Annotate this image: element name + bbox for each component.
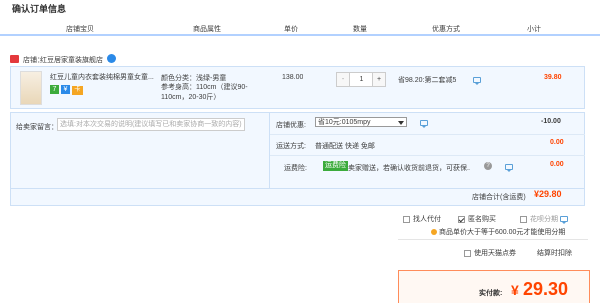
shop-row: 店铺： 红豆居家童装旗舰店	[10, 54, 210, 66]
pay-by-other-option[interactable]: 找人代付	[403, 214, 441, 224]
tmall-points-option[interactable]: 使用天猫点券	[464, 248, 516, 258]
quantity-stepper: - 1 +	[336, 72, 386, 87]
product-title-link[interactable]: 红豆儿童内衣套装纯棉男童女童...	[50, 72, 158, 82]
col-item: 店铺宝贝	[66, 26, 94, 33]
pay-label: 实付款:	[479, 290, 503, 297]
shop-total-divider	[10, 188, 585, 189]
installment-label: 花呗分期	[530, 216, 558, 223]
installment-note: 商品单价大于等于600.00元才能使用分期	[431, 227, 565, 237]
pay-by-other-checkbox[interactable]	[403, 215, 410, 223]
col-subtotal: 小计	[527, 26, 541, 33]
installment-option[interactable]: 花呗分期	[520, 214, 568, 224]
yen-badge-icon: ¥	[60, 85, 70, 94]
shop-name-link[interactable]: 红豆居家童装旗舰店	[40, 55, 103, 65]
attr-size: 参考身高：110cm（建议90-110cm，20-30斤）	[161, 84, 248, 101]
installment-note-text: 商品单价大于等于600.00元才能使用分期	[439, 229, 566, 236]
row-divider	[270, 134, 585, 135]
discount-value: -10.00	[541, 118, 561, 125]
installment-checkbox[interactable]	[520, 215, 527, 223]
col-promo: 优惠方式	[432, 26, 460, 33]
shop-total-label: 店铺合计(含运费)	[472, 194, 526, 201]
qty-increase-button[interactable]: +	[372, 73, 385, 86]
pay-currency: ¥	[511, 282, 519, 298]
qty-decrease-button[interactable]: -	[337, 73, 350, 86]
seven-day-return-icon: 7	[50, 85, 59, 94]
promo-info-icon[interactable]	[473, 76, 481, 85]
location-pin-icon	[431, 229, 437, 236]
attr-color: 颜色分类：浅绿-男童	[161, 75, 227, 82]
product-thumbnail[interactable]	[20, 71, 42, 105]
help-icon[interactable]: ?	[484, 162, 492, 170]
message-label: 给卖家留言：	[16, 124, 58, 131]
column-header: 店铺宝贝 商品属性 单价 数量 优惠方式 小计	[0, 22, 600, 36]
shipping-label: 运送方式:	[276, 143, 306, 150]
unit-price: 138.00	[282, 74, 304, 81]
shop-total-value: ¥29.80	[534, 189, 562, 199]
col-price: 单价	[284, 26, 298, 33]
insurance-chat-icon[interactable]	[504, 163, 513, 172]
shipping-amount: 0.00	[550, 139, 564, 146]
message-input[interactable]: 选填:对本次交易的说明(建议填写已和卖家协商一致的内容)	[57, 118, 245, 131]
options-divider	[269, 112, 270, 188]
qty-input[interactable]: 1	[351, 73, 372, 86]
bottom-divider	[398, 239, 588, 240]
item-subtotal: 39.80	[544, 74, 562, 81]
shop-icon	[10, 55, 19, 63]
anonymous-label: 匿名购买	[468, 216, 496, 223]
col-qty: 数量	[353, 26, 367, 33]
discount-label: 店铺优惠:	[276, 122, 306, 129]
col-attr: 商品属性	[193, 26, 221, 33]
insurance-amount: 0.00	[550, 161, 564, 168]
promo-text: 省98.20:第二套减5	[398, 77, 457, 84]
insurance-tag: 运费险	[323, 161, 348, 171]
anonymous-option[interactable]: 匿名购买	[458, 214, 496, 224]
insurance-label: 运费险:	[284, 165, 307, 172]
tmall-points-checkbox[interactable]	[464, 249, 471, 257]
card-badge-icon: 卡	[71, 86, 83, 95]
row-divider	[270, 155, 585, 156]
page-title: 确认订单信息	[12, 4, 67, 14]
wangwang-icon[interactable]	[107, 54, 116, 63]
insurance-desc: 卖家赠送，若确认收货前退货，可获保...	[348, 165, 470, 172]
settle-deduct-text: 结算时扣除	[537, 250, 572, 257]
anonymous-checkbox[interactable]	[458, 215, 465, 223]
shipping-method: 普通配送 快递 免邮	[315, 143, 375, 150]
service-badges: 7 ¥ 卡	[50, 85, 83, 95]
discount-select[interactable]: 省10元:0105mpy	[315, 117, 407, 127]
installment-info-icon	[560, 216, 568, 224]
discount-info-icon[interactable]	[419, 119, 428, 128]
pay-amount: 29.30	[523, 279, 569, 299]
tmall-points-label: 使用天猫点券	[474, 250, 516, 257]
discount-selected-value: 省10元:0105mpy	[318, 119, 371, 126]
pay-by-other-label: 找人代付	[413, 216, 441, 223]
chevron-down-icon	[398, 121, 404, 125]
pay-summary-box: 实付款: ¥ 29.30	[398, 270, 590, 303]
